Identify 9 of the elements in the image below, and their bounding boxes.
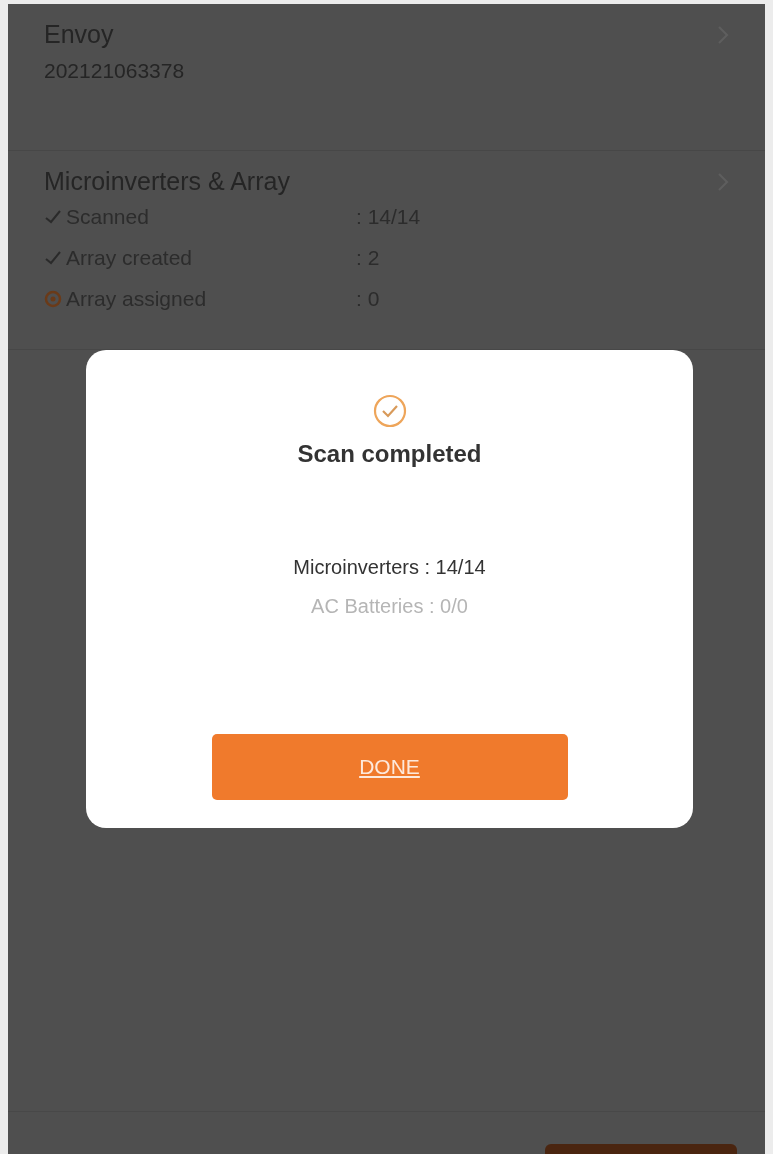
count-text: AC Batteries : 0/0 (311, 595, 468, 618)
check-icon (44, 249, 62, 266)
count-text: Microinverters : 14/14 (293, 556, 486, 579)
done-button[interactable]: DONE (211, 734, 568, 800)
check-icon (44, 208, 62, 225)
warning-circle-icon (44, 289, 62, 308)
dialog-title: Scan completed (297, 440, 482, 468)
action-button[interactable] (545, 1144, 737, 1154)
check-circle-icon (372, 394, 407, 428)
